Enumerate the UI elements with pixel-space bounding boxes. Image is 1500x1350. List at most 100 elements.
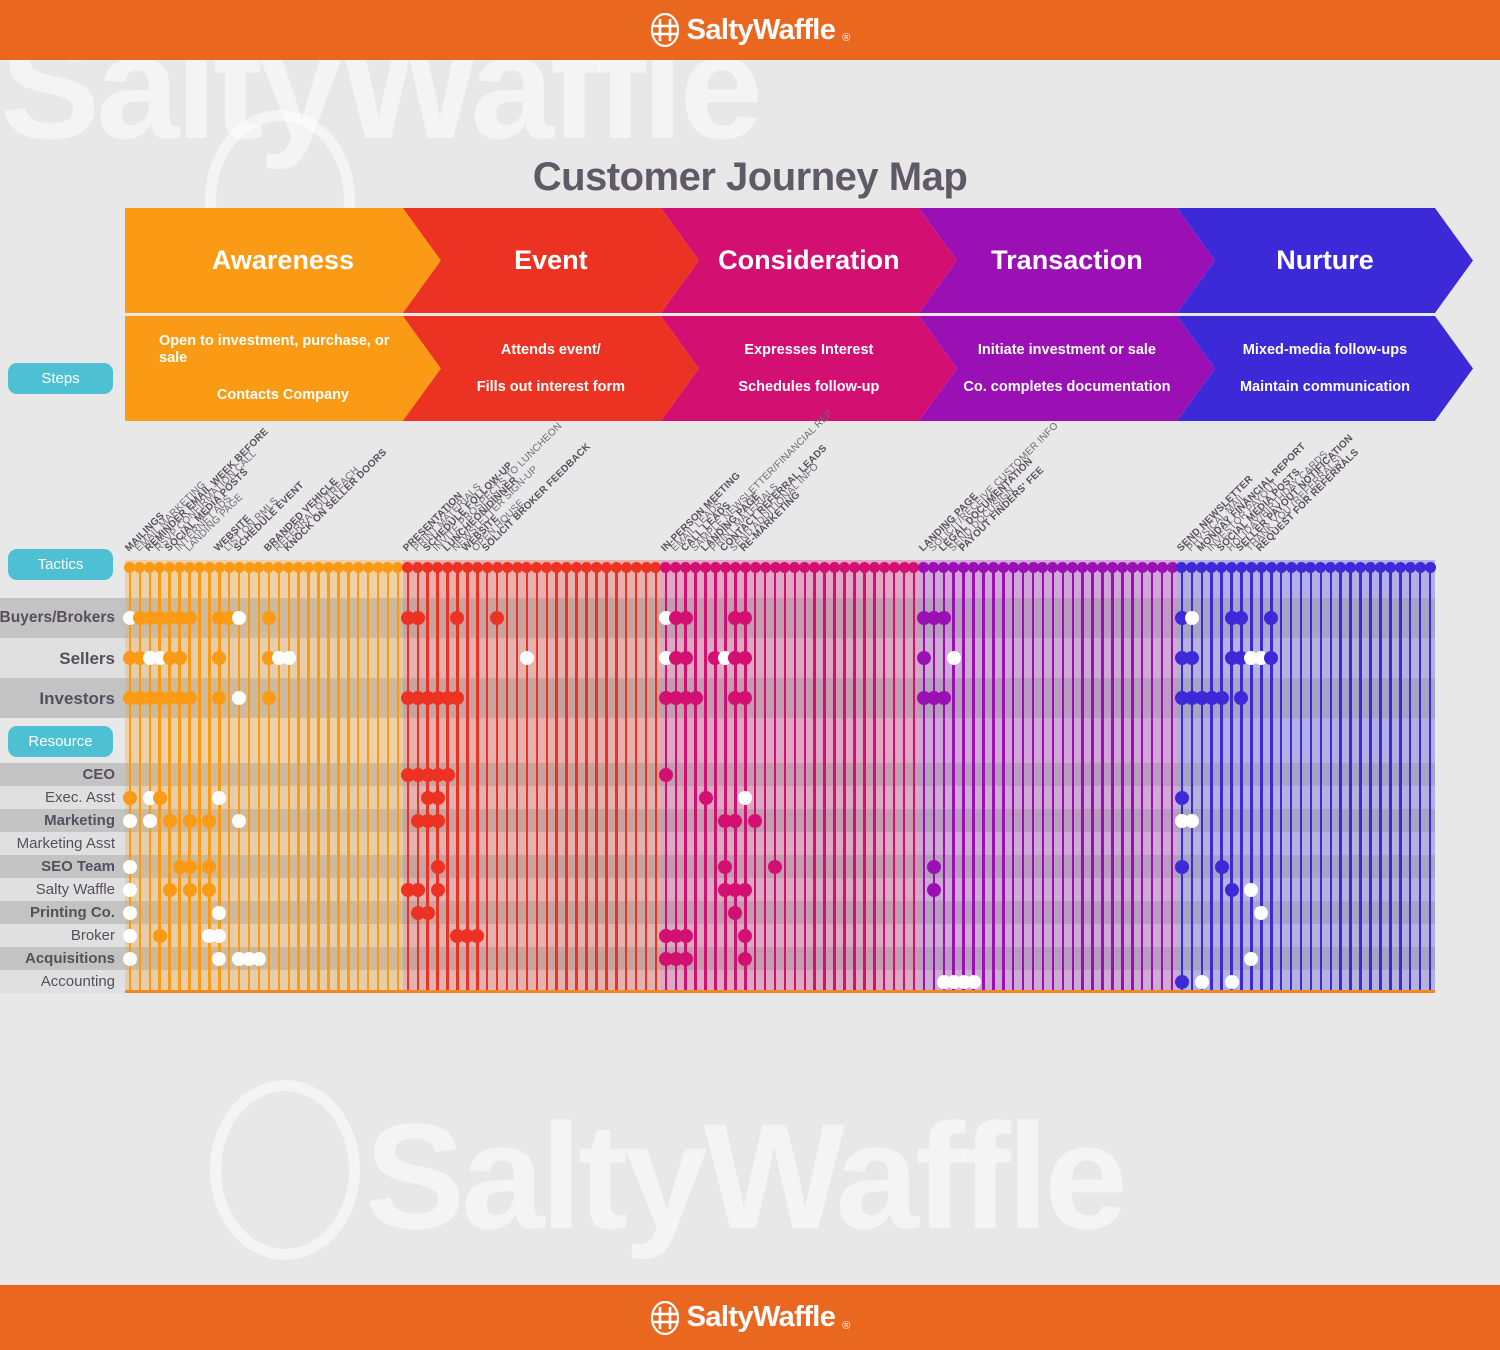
- tactic-column-dot[interactable]: [233, 562, 245, 573]
- matrix-dot[interactable]: [162, 882, 177, 897]
- matrix-dot[interactable]: [1244, 882, 1259, 897]
- matrix-dot[interactable]: [122, 905, 137, 920]
- tactic-column-dot[interactable]: [630, 562, 642, 573]
- matrix-dot[interactable]: [1214, 691, 1229, 705]
- tactic-column-line: [763, 568, 767, 992]
- matrix-dot[interactable]: [122, 813, 137, 828]
- matrix-dot[interactable]: [202, 882, 217, 897]
- matrix-dot[interactable]: [1184, 813, 1199, 828]
- matrix-dot[interactable]: [748, 813, 763, 828]
- matrix-dot[interactable]: [698, 790, 713, 805]
- matrix-dot[interactable]: [152, 790, 167, 805]
- resource-row-label-seo-team: SEO Team: [0, 855, 125, 878]
- tactic-column-dot[interactable]: [1285, 562, 1297, 573]
- matrix-dot[interactable]: [688, 691, 703, 705]
- matrix-dot[interactable]: [1224, 974, 1239, 989]
- matrix-dot[interactable]: [122, 790, 137, 805]
- matrix-dot[interactable]: [1254, 905, 1269, 920]
- tactic-column-dot[interactable]: [1017, 562, 1029, 573]
- matrix-dot[interactable]: [916, 651, 931, 665]
- tactic-column-dot[interactable]: [759, 562, 771, 573]
- top-brand-bar: SaltyWaffle ®: [0, 0, 1500, 60]
- matrix-dot[interactable]: [936, 691, 951, 705]
- matrix-dot[interactable]: [182, 859, 197, 874]
- matrix-dot[interactable]: [1184, 611, 1199, 625]
- matrix-dot[interactable]: [212, 928, 227, 943]
- matrix-dot[interactable]: [430, 859, 445, 874]
- matrix-dot[interactable]: [1244, 951, 1259, 966]
- tactic-column-dot[interactable]: [1424, 562, 1436, 573]
- tactic-column-line: [1051, 568, 1055, 992]
- matrix-dot[interactable]: [678, 651, 693, 665]
- matrix-dot[interactable]: [728, 905, 743, 920]
- resource-row-label-salty-waffle: Salty Waffle: [0, 878, 125, 901]
- matrix-dot[interactable]: [430, 790, 445, 805]
- matrix-dot[interactable]: [182, 882, 197, 897]
- matrix-dot[interactable]: [410, 611, 425, 625]
- matrix-dot[interactable]: [678, 611, 693, 625]
- matrix-dot[interactable]: [678, 928, 693, 943]
- matrix-dot[interactable]: [1214, 859, 1229, 874]
- matrix-dot[interactable]: [122, 951, 137, 966]
- matrix-dot[interactable]: [678, 951, 693, 966]
- matrix-dot[interactable]: [440, 767, 455, 782]
- matrix-dot[interactable]: [420, 905, 435, 920]
- matrix-dot[interactable]: [1194, 974, 1209, 989]
- matrix-dot[interactable]: [281, 651, 296, 665]
- matrix-dot[interactable]: [212, 790, 227, 805]
- matrix-dot[interactable]: [926, 859, 941, 874]
- matrix-dot[interactable]: [946, 651, 961, 665]
- matrix-dot[interactable]: [261, 691, 276, 705]
- matrix-dot[interactable]: [142, 813, 157, 828]
- tactic-label: KNOCK ON SELLER DOORS: [281, 446, 389, 554]
- matrix-dot[interactable]: [738, 951, 753, 966]
- matrix-dot[interactable]: [122, 928, 137, 943]
- matrix-dot[interactable]: [718, 859, 733, 874]
- matrix-dot[interactable]: [738, 928, 753, 943]
- tactic-column-line: [1021, 568, 1025, 992]
- matrix-dot[interactable]: [738, 882, 753, 897]
- tactic-column-dot[interactable]: [362, 562, 374, 573]
- tactic-column-dot[interactable]: [1414, 562, 1426, 573]
- matrix-dot[interactable]: [430, 813, 445, 828]
- matrix-dot[interactable]: [470, 928, 485, 943]
- matrix-dot[interactable]: [1174, 974, 1189, 989]
- matrix-dot[interactable]: [1174, 790, 1189, 805]
- matrix-dot[interactable]: [162, 813, 177, 828]
- matrix-dot[interactable]: [251, 951, 266, 966]
- matrix-dot[interactable]: [410, 882, 425, 897]
- matrix-dot[interactable]: [658, 767, 673, 782]
- tactic-column-line: [1428, 568, 1432, 992]
- matrix-dot[interactable]: [122, 882, 137, 897]
- tactic-column-line: [386, 568, 390, 992]
- matrix-dot[interactable]: [122, 859, 137, 874]
- tactic-column-dot[interactable]: [1156, 562, 1168, 573]
- matrix-dot[interactable]: [926, 882, 941, 897]
- matrix-dot[interactable]: [1174, 859, 1189, 874]
- matrix-dot[interactable]: [936, 611, 951, 625]
- matrix-dot[interactable]: [430, 882, 445, 897]
- resource-row-label-ceo: CEO: [0, 763, 125, 786]
- stage-step-text: Open to investment, purchase, or sale: [159, 333, 390, 367]
- matrix-dot[interactable]: [212, 951, 227, 966]
- matrix-dot[interactable]: [202, 813, 217, 828]
- matrix-dot[interactable]: [182, 691, 197, 705]
- matrix-dot[interactable]: [728, 813, 743, 828]
- matrix-dot[interactable]: [172, 651, 187, 665]
- matrix-dot[interactable]: [152, 928, 167, 943]
- matrix-dot[interactable]: [232, 813, 247, 828]
- matrix-dot[interactable]: [966, 974, 981, 989]
- matrix-dot[interactable]: [1224, 882, 1239, 897]
- matrix-dot[interactable]: [212, 905, 227, 920]
- matrix-dot[interactable]: [182, 611, 197, 625]
- matrix-dot[interactable]: [768, 859, 783, 874]
- matrix-dot[interactable]: [182, 813, 197, 828]
- tactic-column-dot[interactable]: [501, 562, 513, 573]
- matrix-dot[interactable]: [738, 790, 753, 805]
- matrix-dot[interactable]: [519, 651, 534, 665]
- matrix-dot[interactable]: [261, 611, 276, 625]
- tactic-column-dot[interactable]: [888, 562, 900, 573]
- matrix-dot[interactable]: [1184, 651, 1199, 665]
- matrix-dot[interactable]: [202, 859, 217, 874]
- registered-mark: ®: [842, 1319, 851, 1332]
